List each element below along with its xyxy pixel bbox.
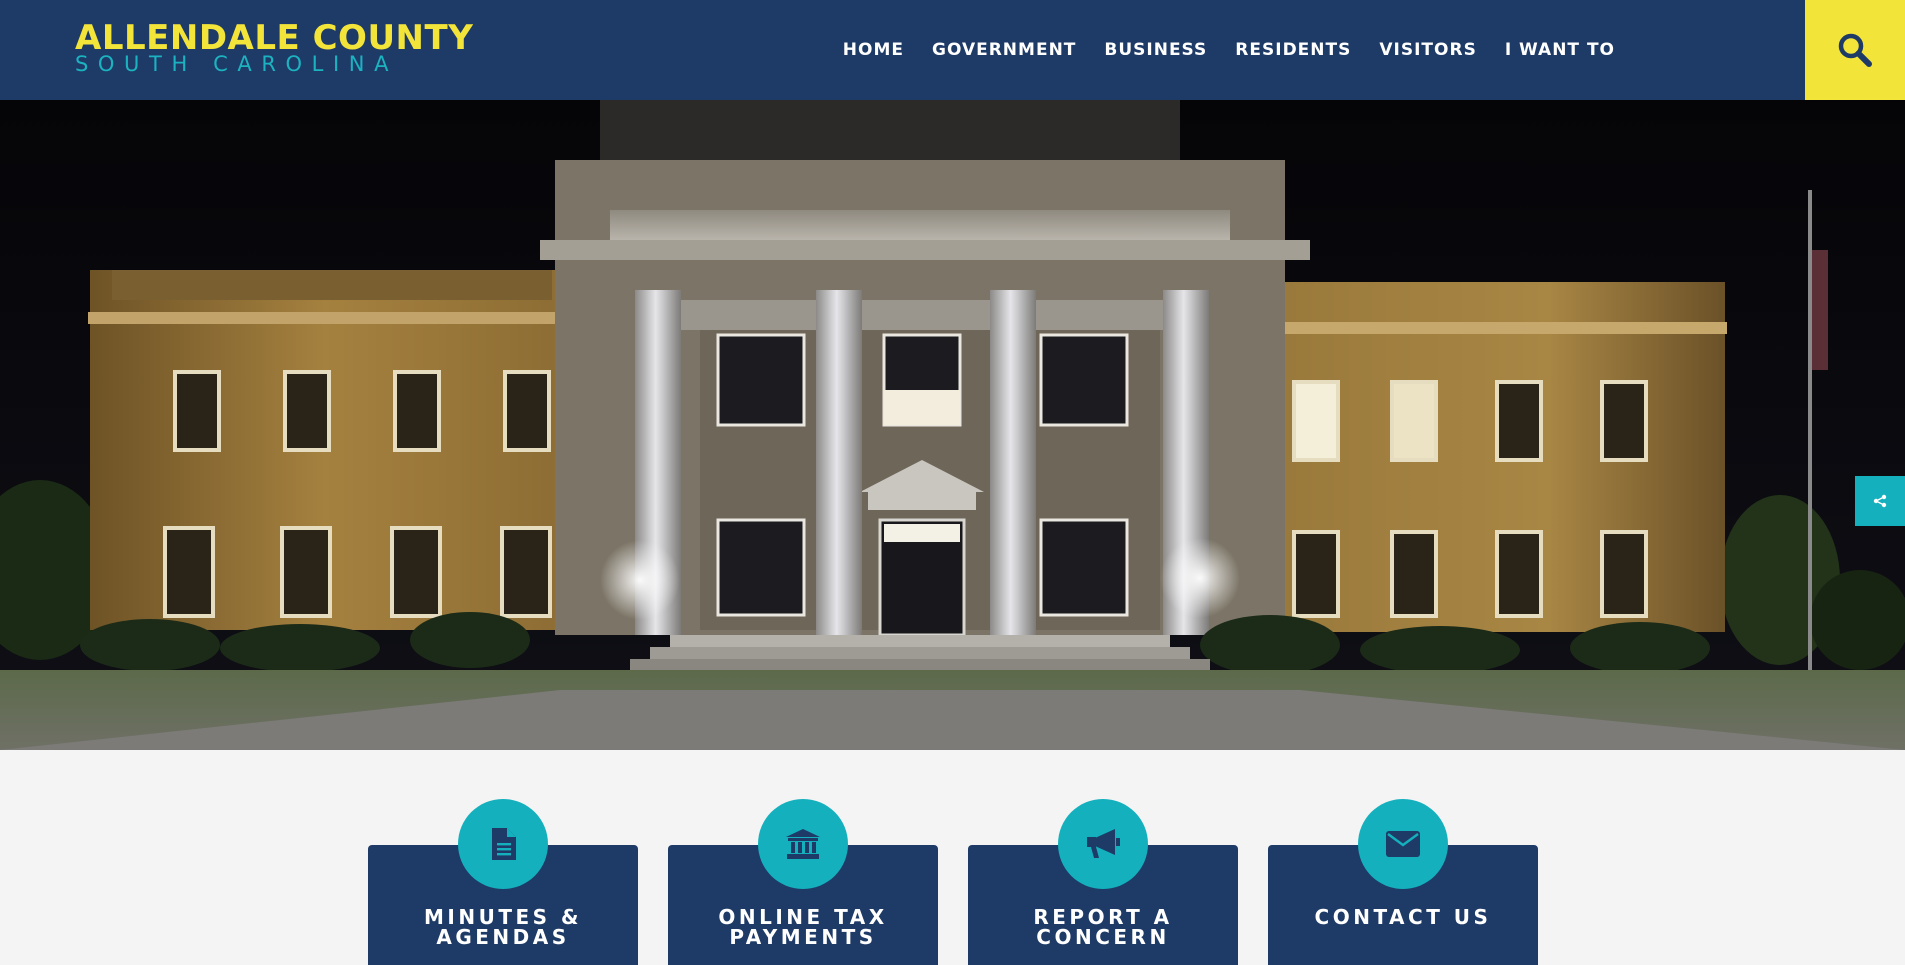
main-nav: HOME GOVERNMENT BUSINESS RESIDENTS VISIT… <box>815 0 1615 100</box>
nav-item-visitors[interactable]: VISITORS <box>1379 40 1476 60</box>
quick-link-minutes-agendas[interactable]: MINUTES & AGENDAS <box>368 799 638 965</box>
nav-item-government[interactable]: GOVERNMENT <box>932 40 1076 60</box>
nav-item-residents[interactable]: RESIDENTS <box>1235 40 1351 60</box>
quick-link-icon-circle <box>758 799 848 889</box>
nav-item-home[interactable]: HOME <box>843 40 904 60</box>
search-icon <box>1838 33 1872 67</box>
logo-title: ALLENDALE COUNTY <box>75 18 474 58</box>
megaphone-icon <box>1087 829 1120 858</box>
quick-link-icon-circle <box>1358 799 1448 889</box>
nav-item-business[interactable]: BUSINESS <box>1104 40 1207 60</box>
quick-links: MINUTES & AGENDAS ONLINE TAX PAYMENTS RE… <box>0 750 1905 965</box>
site-logo[interactable]: ALLENDALE COUNTY SOUTH CAROLINA <box>75 18 474 75</box>
nav-item-i-want-to[interactable]: I WANT TO <box>1505 40 1615 60</box>
bank-icon <box>786 829 820 859</box>
search-button[interactable] <box>1805 0 1905 100</box>
hero-image <box>0 100 1905 750</box>
quick-link-icon-circle <box>458 799 548 889</box>
quick-link-label: MINUTES & AGENDAS <box>424 905 582 949</box>
quick-link-label: CONTACT US <box>1314 905 1492 929</box>
quick-link-contact-us[interactable]: CONTACT US <box>1268 799 1538 965</box>
share-button[interactable] <box>1855 476 1905 526</box>
envelope-icon <box>1386 831 1420 857</box>
site-header: ALLENDALE COUNTY SOUTH CAROLINA HOME GOV… <box>0 0 1905 100</box>
document-icon <box>492 828 516 860</box>
courthouse-image <box>0 100 1905 750</box>
quick-link-icon-circle <box>1058 799 1148 889</box>
quick-link-online-tax-payments[interactable]: ONLINE TAX PAYMENTS <box>668 799 938 965</box>
quick-link-report-a-concern[interactable]: REPORT A CONCERN <box>968 799 1238 965</box>
quick-link-label: REPORT A CONCERN <box>1033 905 1173 949</box>
quick-link-label: ONLINE TAX PAYMENTS <box>718 905 888 949</box>
share-icon <box>1873 494 1887 508</box>
